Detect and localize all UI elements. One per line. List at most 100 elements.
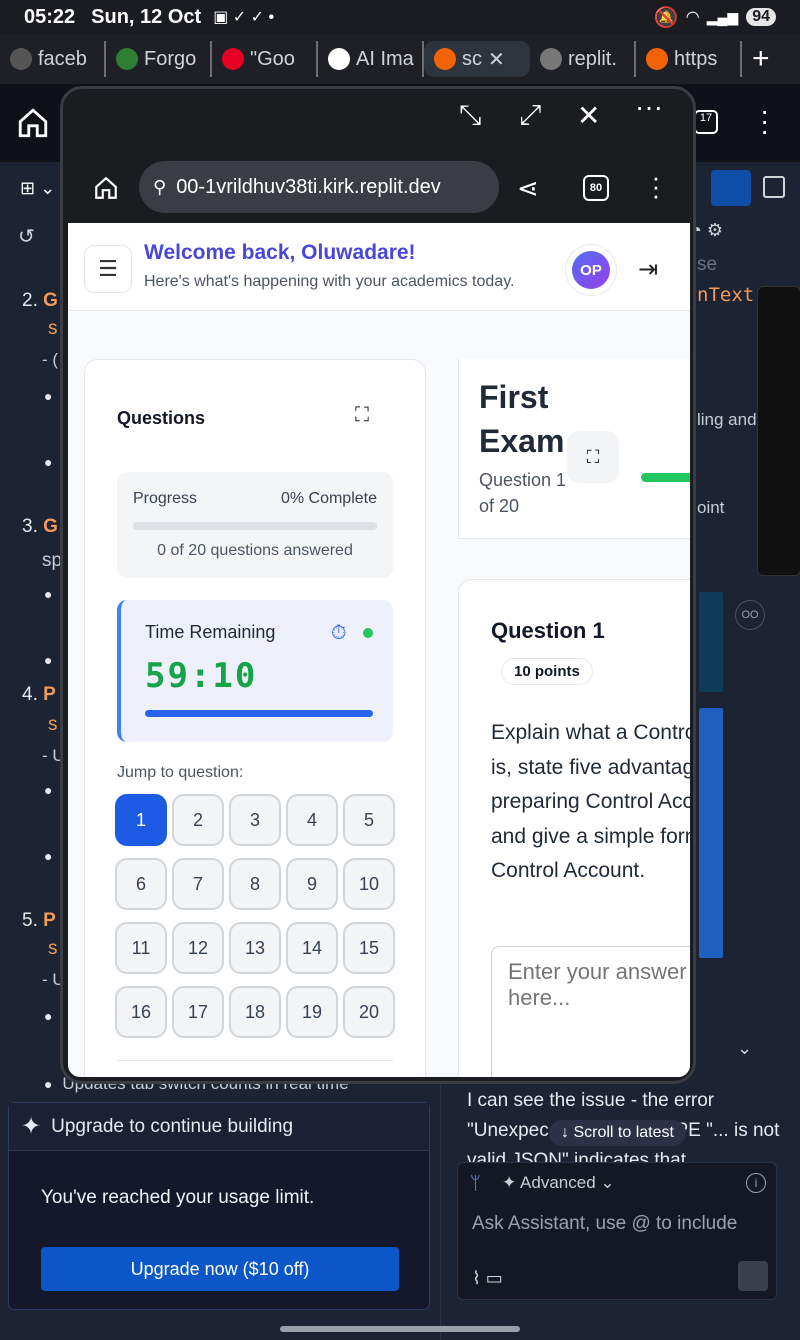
question-jump-button[interactable]: 3 bbox=[229, 794, 281, 846]
send-button[interactable] bbox=[738, 1261, 768, 1291]
upgrade-button[interactable]: Upgrade now ($10 off) bbox=[41, 1247, 399, 1291]
bullet: ● bbox=[44, 454, 53, 470]
question-jump-button[interactable]: 11 bbox=[115, 922, 167, 974]
favicon-icon bbox=[116, 48, 138, 70]
favicon-icon bbox=[328, 48, 350, 70]
bullet: ● bbox=[44, 652, 53, 668]
favicon-icon bbox=[540, 48, 562, 70]
url-bar[interactable]: ⚲ 00-1vrildhuv38ti.kirk.replit.dev bbox=[139, 161, 499, 213]
divider bbox=[117, 1060, 393, 1061]
mode-select[interactable]: ✦ Advanced ⌄ bbox=[502, 1173, 615, 1193]
chevron-down-icon[interactable]: ⌄ bbox=[737, 1038, 752, 1059]
calendar-icon[interactable]: 17 bbox=[694, 110, 718, 134]
browser-tab[interactable]: Forgo bbox=[106, 41, 212, 77]
workspace-icon[interactable]: ⊞ ⌄ bbox=[20, 178, 55, 199]
question-jump-button[interactable]: 16 bbox=[115, 986, 167, 1038]
question-jump-button[interactable]: 7 bbox=[172, 858, 224, 910]
fullscreen-icon[interactable]: ⛶ bbox=[355, 404, 369, 427]
menu-icon[interactable]: · · · bbox=[651, 164, 661, 208]
question-jump-button[interactable]: 1 bbox=[115, 794, 167, 846]
question-jump-button[interactable]: 18 bbox=[229, 986, 281, 1038]
tab-count-button[interactable]: 80 bbox=[583, 175, 609, 201]
bullet: ● bbox=[44, 586, 53, 602]
preview-thumbnail[interactable] bbox=[757, 286, 800, 576]
stopwatch-icon: ⏱ bbox=[331, 622, 347, 644]
fullscreen-icon[interactable]: ⛶ bbox=[567, 431, 619, 483]
question-jump-button[interactable]: 4 bbox=[286, 794, 338, 846]
list-item: 2. G bbox=[22, 290, 58, 311]
browser-tab[interactable]: replit. bbox=[530, 41, 636, 77]
agent-toggle-button[interactable] bbox=[711, 170, 751, 206]
avatar-small: OO bbox=[735, 600, 765, 630]
answer-textarea[interactable] bbox=[491, 946, 690, 1077]
question-grid: 1 2 3 4 5 6 7 8 9 10 11 12 13 14 15 16 17 18 19 20 bbox=[115, 794, 401, 1038]
new-tab-icon[interactable]: + bbox=[742, 42, 780, 76]
browser-tab[interactable]: AI Ima bbox=[318, 41, 424, 77]
question-jump-button[interactable]: 20 bbox=[343, 986, 395, 1038]
menu-button[interactable]: ☰ bbox=[84, 245, 132, 293]
partial-text: ling and bbox=[697, 410, 757, 429]
list-item-cont: s bbox=[48, 938, 58, 959]
progress-bar bbox=[133, 522, 377, 530]
progress-label: Progress bbox=[133, 490, 198, 507]
info-icon[interactable]: i bbox=[746, 1173, 766, 1193]
welcome-title: Welcome back, Oluwadare! bbox=[144, 241, 416, 264]
question-jump-button[interactable]: 8 bbox=[229, 858, 281, 910]
maximize-icon[interactable]: ⤢ bbox=[519, 99, 541, 132]
home-indicator[interactable] bbox=[280, 1326, 520, 1332]
history-icon[interactable]: ↺ bbox=[18, 224, 35, 249]
tab-label: sc bbox=[462, 47, 482, 70]
question-jump-button[interactable]: 19 bbox=[286, 986, 338, 1038]
page-header: ☰ Welcome back, Oluwadare! Here's what's… bbox=[68, 223, 690, 311]
tab-label: Forgo bbox=[144, 47, 197, 70]
time-bar bbox=[145, 710, 373, 717]
jump-label: Jump to question: bbox=[117, 764, 244, 781]
list-item: 3. G bbox=[22, 516, 58, 537]
browser-tab[interactable]: "Goo bbox=[212, 41, 318, 77]
attach-icon[interactable]: ⌇ ▭ bbox=[472, 1268, 503, 1289]
question-jump-button[interactable]: 14 bbox=[286, 922, 338, 974]
mute-icon: 🔕 bbox=[653, 6, 679, 29]
welcome-subtitle: Here's what's happening with your academ… bbox=[144, 273, 515, 290]
close-tab-icon[interactable]: ✕ bbox=[488, 47, 505, 72]
browser-tab[interactable]: faceb bbox=[0, 41, 106, 77]
question-jump-button[interactable]: 9 bbox=[286, 858, 338, 910]
question-jump-button[interactable]: 5 bbox=[343, 794, 395, 846]
home-icon[interactable] bbox=[16, 106, 50, 140]
question-jump-button[interactable]: 6 bbox=[115, 858, 167, 910]
close-icon[interactable]: ✕ bbox=[577, 99, 600, 132]
question-jump-button[interactable]: 2 bbox=[172, 794, 224, 846]
highlight-block bbox=[699, 708, 723, 958]
progress-percent: 0% Complete bbox=[280, 490, 377, 507]
live-indicator bbox=[363, 628, 373, 638]
partial-text: oint bbox=[697, 498, 725, 517]
wifi-icon: ◠ bbox=[686, 9, 699, 26]
question-jump-button[interactable]: 13 bbox=[229, 922, 281, 974]
assistant-textarea[interactable]: Ask Assistant, use @ to include bbox=[472, 1213, 737, 1235]
signal-icon: ▂▄▆ bbox=[706, 8, 739, 25]
time-remaining-box: Time Remaining ⏱ 59:10 bbox=[117, 600, 393, 742]
more-icon[interactable]: ··· bbox=[760, 97, 769, 145]
answered-count: 0 of 20 questions answered bbox=[157, 542, 353, 559]
logout-icon[interactable]: ⇥ bbox=[638, 255, 658, 284]
browser-tab[interactable]: sc ✕ bbox=[424, 41, 530, 77]
browser-tab[interactable]: https bbox=[636, 41, 742, 77]
minimize-icon[interactable]: ⤡ bbox=[459, 99, 481, 132]
question-jump-button[interactable]: 12 bbox=[172, 922, 224, 974]
question-jump-button[interactable]: 10 bbox=[343, 858, 395, 910]
avatar[interactable]: OP bbox=[572, 251, 610, 289]
question-jump-button[interactable]: 17 bbox=[172, 986, 224, 1038]
home-icon[interactable] bbox=[93, 175, 119, 201]
share-icon[interactable]: ⋖ bbox=[517, 173, 539, 204]
assistant-logo-icon: ᛘ bbox=[470, 1173, 481, 1193]
sparkle-icon: ✦ bbox=[21, 1113, 42, 1140]
time-value: 59:10 bbox=[145, 656, 258, 696]
exam-page: ☰ Welcome back, Oluwadare! Here's what's… bbox=[68, 223, 690, 1077]
questions-title: Questions bbox=[117, 408, 206, 428]
status-time: 05:22 bbox=[24, 5, 76, 28]
more-icon[interactable]: ··· bbox=[635, 91, 663, 123]
site-settings-icon[interactable]: ⚲ bbox=[153, 177, 166, 198]
split-view-icon[interactable] bbox=[763, 176, 785, 198]
question-jump-button[interactable]: 15 bbox=[343, 922, 395, 974]
scroll-to-latest-button[interactable]: ↓ Scroll to latest bbox=[549, 1120, 686, 1146]
